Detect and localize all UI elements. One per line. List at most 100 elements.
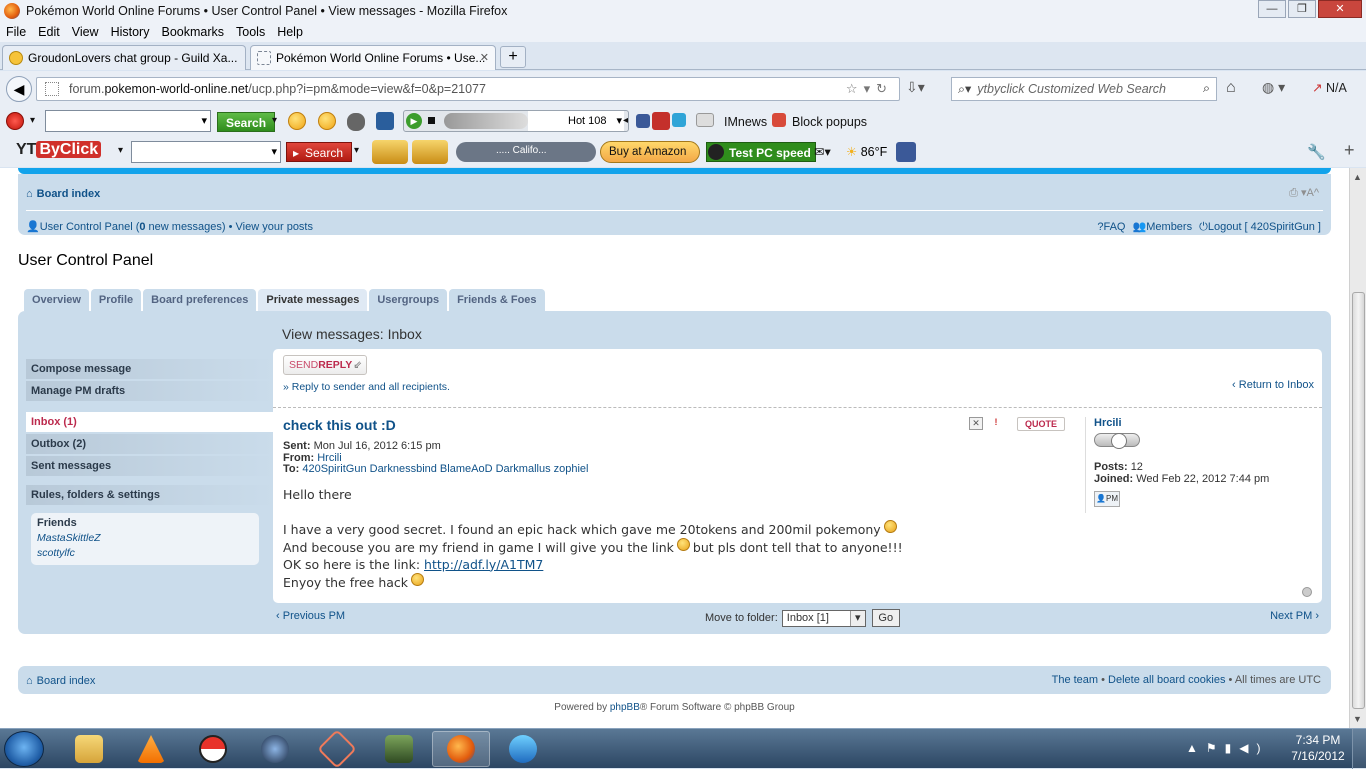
news-icon[interactable] [696, 113, 714, 127]
menu-tools[interactable]: Tools [236, 25, 265, 39]
taskbar-firefox[interactable] [432, 731, 490, 767]
ytbyclick-search-field[interactable] [131, 141, 281, 163]
toolbar-search-button[interactable]: Search [217, 112, 276, 132]
delete-cookies-link[interactable]: Delete all board cookies [1108, 674, 1225, 686]
globe-icon[interactable]: ◍ ▾ [1262, 79, 1285, 96]
site-identity-icon[interactable] [45, 82, 59, 96]
members-link[interactable]: Members [1146, 221, 1192, 233]
go-button[interactable]: Go [871, 609, 900, 627]
download-icon[interactable]: ⇩▾ [906, 79, 925, 96]
buy-at-amazon-button[interactable]: Buy at Amazon [600, 141, 700, 163]
url-bar[interactable]: forum. pokemon-world-online.net/ucp.php?i… [36, 77, 900, 101]
board-index-link[interactable]: Board index [37, 188, 101, 200]
facebook-notifications-icon[interactable] [896, 142, 916, 162]
board-index-link[interactable]: Board index [37, 675, 96, 687]
team-link[interactable]: The team [1052, 674, 1098, 686]
minimize-button[interactable]: — [1258, 0, 1286, 18]
weather-widget[interactable]: ↗ N/A [1312, 80, 1347, 95]
scrollbar-thumb[interactable] [1352, 292, 1365, 709]
play-icon[interactable]: ▶ [406, 113, 422, 129]
media-player[interactable]: ..... Califo... [456, 142, 596, 162]
tab-profile[interactable]: Profile [90, 289, 142, 311]
tab-overview[interactable]: Overview [24, 289, 89, 311]
test-pc-speed-button[interactable]: Test PC speed [706, 142, 816, 162]
tab-friends-foes[interactable]: Friends & Foes [449, 289, 545, 311]
tab-private-messages[interactable]: Private messages [258, 289, 368, 311]
menu-help[interactable]: Help [277, 25, 303, 39]
scroll-up-icon[interactable]: ▲ [1353, 172, 1362, 182]
weather-temperature[interactable]: ☀ 86°F [846, 144, 887, 159]
print-fontsize-icon[interactable]: ⎙ ▾A^ [1289, 186, 1319, 200]
report-icon[interactable]: ! [989, 417, 1003, 430]
block-popups-button[interactable]: Block popups [792, 115, 867, 129]
author-name-link[interactable]: Hrcili [1094, 417, 1315, 429]
reply-all-link[interactable]: » Reply to sender and all recipients. [283, 381, 450, 393]
message-link[interactable]: http://adf.ly/A1TM7 [424, 557, 543, 572]
twitter-icon[interactable] [672, 113, 686, 127]
new-tab-button[interactable]: + [500, 46, 526, 68]
taskbar-webcam[interactable] [246, 731, 304, 767]
inbox-link[interactable]: Inbox (1) [26, 412, 276, 432]
search-engine-icon[interactable]: ⌕▾ [958, 81, 971, 97]
dropdown-arrow-icon[interactable]: ▾ [354, 145, 359, 156]
imnews-link[interactable]: IMnews [724, 115, 767, 129]
folder-select[interactable]: Inbox [1] [781, 609, 866, 627]
delete-icon[interactable]: ✕ [969, 417, 983, 430]
bookmark-star-icon[interactable]: ☆▾↻ [846, 81, 893, 97]
show-desktop-button[interactable] [1352, 729, 1366, 769]
logout-link[interactable]: Logout [ 420SpiritGun ] [1208, 221, 1321, 233]
stop-icon[interactable] [428, 117, 435, 124]
dropdown-arrow-icon[interactable]: ▾ [272, 115, 277, 126]
tab-usergroups[interactable]: Usergroups [369, 289, 448, 311]
music-icon[interactable] [372, 140, 408, 164]
ytbyclick-logo[interactable]: YT ByClick [16, 141, 102, 159]
facebook-icon[interactable] [636, 114, 650, 128]
taskbar-explorer[interactable] [60, 731, 118, 767]
menu-history[interactable]: History [111, 25, 150, 39]
block-popups-icon[interactable] [772, 113, 786, 127]
games-icon[interactable] [347, 113, 365, 131]
recipients-links[interactable]: 420SpiritGun Darknessbind BlameAoD Darkm… [302, 463, 588, 475]
compose-message-link[interactable]: Compose message [26, 359, 276, 379]
radio-player[interactable]: ▶ Hot 108 [403, 110, 629, 132]
toolbar-search-field[interactable] [45, 110, 211, 132]
manage-drafts-link[interactable]: Manage PM drafts [26, 381, 276, 401]
previous-pm-link[interactable]: ‹ Previous PM [276, 610, 345, 622]
film-icon[interactable] [412, 140, 448, 164]
friend-link[interactable]: MastaSkittleZ [37, 531, 253, 546]
home-icon[interactable]: ⌂ [1226, 79, 1236, 97]
system-tray[interactable]: ▲⚑▮◀) [1186, 741, 1268, 755]
outbox-link[interactable]: Outbox (2) [26, 434, 276, 454]
search-input[interactable]: ⌕▾ ytbyclick Customized Web Search ⌕ [951, 77, 1217, 101]
menu-file[interactable]: File [6, 25, 26, 39]
return-inbox-link[interactable]: ‹ Return to Inbox [1232, 379, 1314, 391]
taskbar-app[interactable] [308, 729, 366, 769]
close-window-button[interactable]: ✕ [1318, 0, 1362, 18]
wrench-icon[interactable]: 🔧 [1307, 143, 1326, 161]
search-go-icon[interactable]: ⌕ [1203, 81, 1210, 96]
mail-icon[interactable]: ✉▾ [814, 144, 831, 159]
phpbb-link[interactable]: phpBB [610, 702, 640, 713]
sent-messages-link[interactable]: Sent messages [26, 456, 276, 476]
dropdown-arrow-icon[interactable]: ▾ [118, 145, 123, 156]
faq-link[interactable]: FAQ [1103, 221, 1125, 233]
close-tab-icon[interactable]: ✕ [480, 51, 489, 64]
nav-arrow-icon[interactable]: ◂ [623, 115, 628, 126]
clock[interactable]: 7:34 PM 7/16/2012 [1286, 732, 1350, 764]
rules-settings-link[interactable]: Rules, folders & settings [26, 485, 276, 505]
tab-pwo-forums[interactable]: Pokémon World Online Forums • Use... ✕ [250, 45, 496, 70]
scroll-down-icon[interactable]: ▼ [1353, 714, 1362, 724]
from-user-link[interactable]: Hrcili [317, 452, 341, 464]
dropdown-arrow-icon[interactable]: ▾ [30, 115, 35, 126]
pm-button[interactable]: 👤PM [1094, 491, 1120, 507]
chat-bubble-icon[interactable] [6, 112, 24, 130]
vertical-scrollbar[interactable]: ▲ ▼ [1349, 168, 1366, 728]
back-to-top-icon[interactable] [1302, 587, 1312, 597]
menu-edit[interactable]: Edit [38, 25, 60, 39]
tab-board-preferences[interactable]: Board preferences [143, 289, 257, 311]
view-posts-link[interactable]: View your posts [236, 221, 313, 233]
back-button[interactable]: ◀ [6, 76, 32, 102]
send-reply-button[interactable]: SENDREPLY ⇙ [283, 355, 367, 375]
ucp-link[interactable]: User Control Panel ( [40, 221, 140, 233]
start-button[interactable] [4, 731, 44, 767]
